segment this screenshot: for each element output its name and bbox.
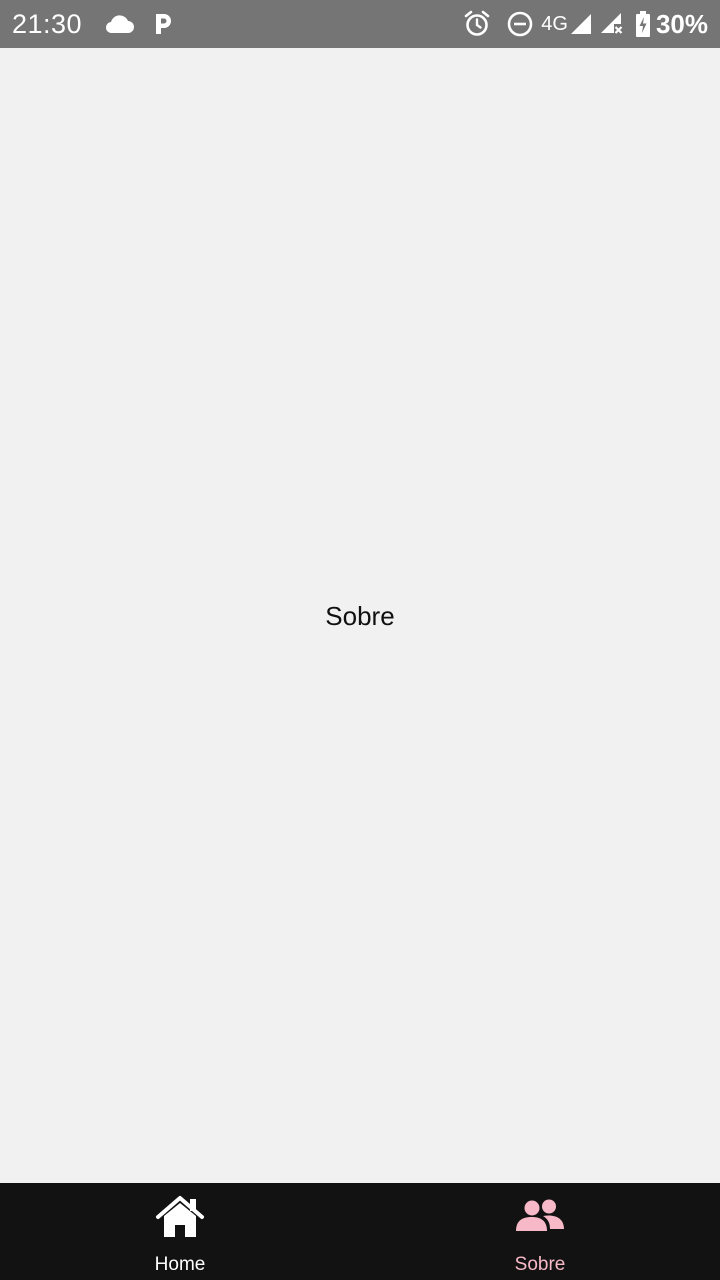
status-right: 4G 30% [463, 0, 708, 48]
bottom-tab-bar: Home Sobre [0, 1183, 720, 1280]
network-type-label: 4G [541, 12, 568, 35]
battery-percentage: 30% [655, 8, 708, 39]
signal-no-data-icon [600, 12, 624, 36]
tab-home[interactable]: Home [0, 1183, 360, 1280]
cloud-icon [104, 12, 135, 36]
tab-home-label: Home [154, 1254, 206, 1275]
status-left: 21:30 [0, 9, 174, 40]
users-icon [515, 1194, 565, 1240]
alarm-icon [463, 10, 491, 38]
battery-charging-icon [635, 11, 650, 37]
status-time: 21:30 [12, 8, 83, 39]
parking-icon [152, 11, 174, 37]
dnd-icon [507, 11, 533, 37]
home-icon [155, 1194, 205, 1240]
tab-sobre[interactable]: Sobre [360, 1183, 720, 1280]
tab-sobre-label: Sobre [514, 1254, 566, 1275]
screen-title: Sobre [325, 601, 395, 631]
screen-content: Sobre [0, 48, 720, 1183]
signal-icon [570, 13, 592, 35]
status-bar: 21:30 4G 30% [0, 0, 720, 48]
